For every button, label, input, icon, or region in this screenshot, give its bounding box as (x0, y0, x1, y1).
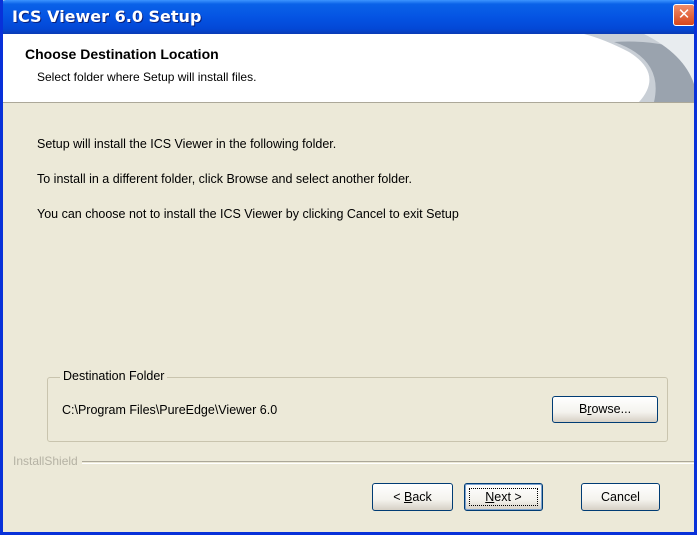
next-button[interactable]: Next > (464, 483, 543, 511)
cancel-button[interactable]: Cancel (581, 483, 660, 511)
info-text-line-1: Setup will install the ICS Viewer in the… (37, 137, 337, 151)
footer-divider (13, 461, 694, 464)
setup-window: ICS Viewer 6.0 Setup ✕ Choose Destinatio… (0, 0, 697, 535)
close-icon: ✕ (677, 6, 691, 23)
info-text-line-3: You can choose not to install the ICS Vi… (37, 207, 459, 221)
header-swoosh-graphic (584, 34, 694, 102)
browse-button[interactable]: Browse... (552, 396, 658, 423)
page-title: Choose Destination Location (25, 46, 219, 62)
title-bar[interactable]: ICS Viewer 6.0 Setup ✕ (3, 0, 694, 34)
wizard-header: Choose Destination Location Select folde… (3, 34, 694, 103)
close-button[interactable]: ✕ (673, 4, 694, 26)
window-title: ICS Viewer 6.0 Setup (12, 7, 202, 26)
installshield-brand: InstallShield (13, 454, 82, 468)
destination-path: C:\Program Files\PureEdge\Viewer 6.0 (62, 403, 278, 417)
destination-folder-label: Destination Folder (60, 369, 168, 383)
destination-folder-group: Destination Folder C:\Program Files\Pure… (47, 369, 668, 442)
page-subtitle: Select folder where Setup will install f… (37, 70, 257, 84)
back-button[interactable]: < Back (372, 483, 453, 511)
info-text-line-2: To install in a different folder, click … (37, 172, 412, 186)
focus-indicator (469, 488, 538, 506)
